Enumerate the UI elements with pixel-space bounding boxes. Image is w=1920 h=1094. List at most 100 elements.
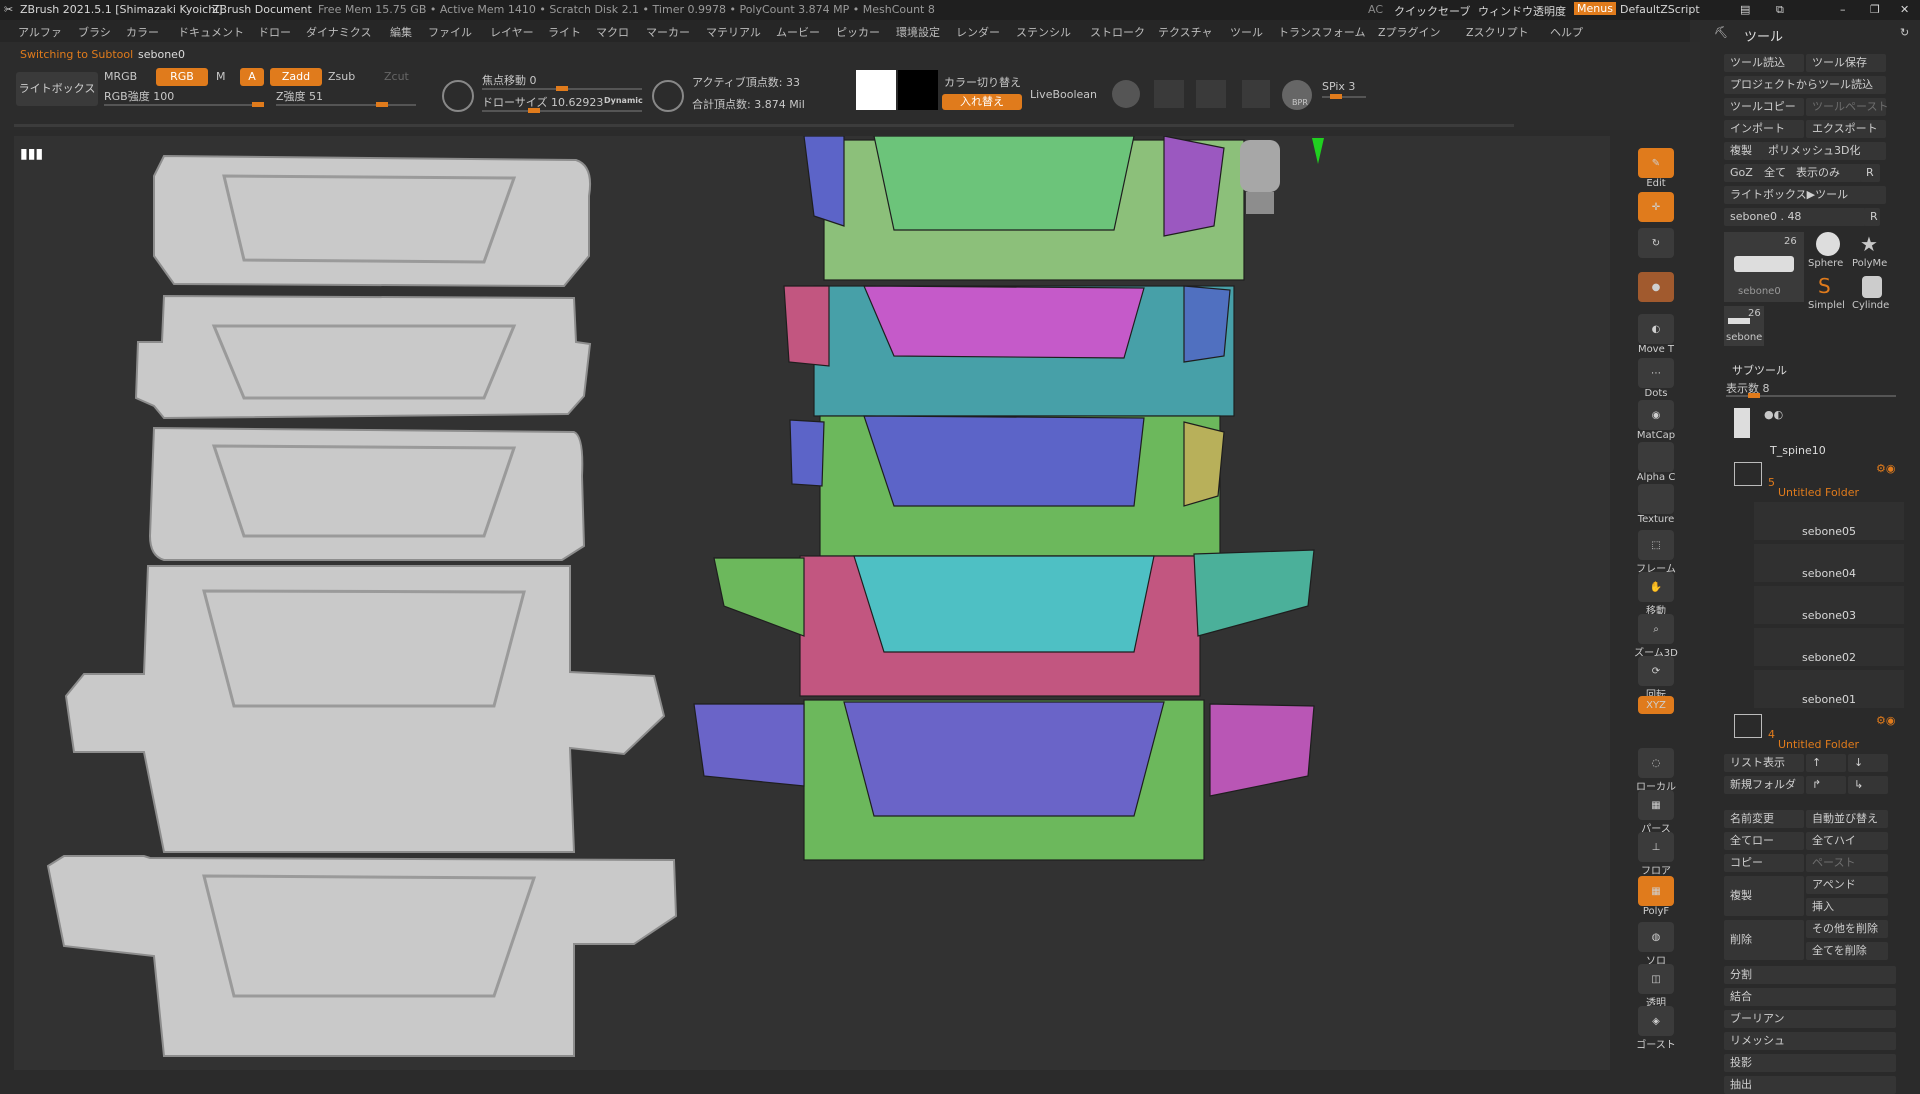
remesh-section[interactable]: リメッシュ — [1724, 1032, 1896, 1050]
secondary-color-swatch[interactable] — [898, 70, 938, 110]
all-high-button[interactable]: 全てハイ — [1806, 832, 1888, 850]
brush-select-button[interactable]: ◐ Move T — [1634, 314, 1678, 355]
menu-preferences[interactable]: 環境設定 — [896, 24, 940, 40]
export-button[interactable]: エクスポート — [1806, 120, 1886, 138]
menu-layer[interactable]: レイヤー — [490, 24, 534, 40]
bpr-render-button[interactable]: BPR — [1282, 80, 1312, 110]
menu-file[interactable]: ファイル — [428, 24, 472, 40]
main-color-swatch[interactable] — [856, 70, 896, 110]
delete-other-button[interactable]: その他を削除 — [1806, 920, 1888, 938]
lightbox-button[interactable]: ライトボックス — [16, 72, 98, 106]
merge-section[interactable]: 結合 — [1724, 988, 1896, 1006]
draw-size-slider[interactable] — [482, 108, 642, 113]
ghost-button[interactable]: ◈ ゴースト — [1634, 1006, 1678, 1051]
move-in-icon[interactable]: ↱ — [1806, 776, 1846, 794]
zadd-button[interactable]: Zadd — [270, 68, 322, 86]
rgb-button[interactable]: RGB — [156, 68, 208, 86]
menu-dynamics[interactable]: ダイナミクス — [306, 24, 371, 40]
simple-brush-tool-button[interactable]: S Simplel — [1806, 274, 1850, 312]
default-zscript[interactable]: DefaultZScript — [1620, 3, 1700, 16]
menus-toggle[interactable]: Menus — [1574, 2, 1616, 15]
menu-transform[interactable]: トランスフォーム — [1278, 24, 1365, 40]
panel-collapse-icon[interactable]: ↻ — [1900, 26, 1909, 39]
folder-gear-icon[interactable]: ⚙◉ — [1876, 462, 1895, 475]
window-icon[interactable]: ⧉ — [1776, 3, 1784, 17]
menu-tool[interactable]: ツール — [1230, 24, 1263, 40]
focal-shift-icon[interactable] — [442, 80, 474, 112]
subtool-section-title[interactable]: サブツール — [1732, 362, 1787, 378]
delete-button[interactable]: 削除 — [1724, 920, 1804, 960]
zsub-button[interactable]: Zsub — [328, 70, 355, 83]
cylinder-tool-button[interactable]: Cylinde — [1850, 274, 1894, 312]
stroke-select-button[interactable]: ⋯ Dots — [1634, 358, 1678, 399]
focal-shift-slider[interactable] — [482, 86, 642, 91]
subtool-folder-2[interactable]: 4 Untitled Folder ⚙◉ — [1724, 710, 1904, 751]
spix-slider[interactable] — [1322, 94, 1366, 99]
goz-r-button[interactable]: R — [1860, 164, 1880, 182]
project-section[interactable]: 投影 — [1724, 1054, 1896, 1072]
polyframe-button[interactable]: ▦ PolyF — [1634, 876, 1678, 917]
goz-button[interactable]: GoZ — [1724, 164, 1760, 182]
texture-select-button[interactable]: Texture — [1634, 484, 1678, 525]
matcap-select-button[interactable]: ◉ MatCap — [1634, 400, 1678, 441]
menu-render[interactable]: レンダー — [956, 24, 1000, 40]
symmetry-icon[interactable] — [1112, 80, 1140, 108]
swap-color-button[interactable]: 入れ替え — [942, 94, 1022, 110]
restore-mesh-icon[interactable] — [1154, 80, 1184, 108]
split-section[interactable]: 分割 — [1724, 966, 1896, 984]
menu-zplugin[interactable]: Zプラグイン — [1378, 24, 1441, 40]
save-tool-button[interactable]: ツール保存 — [1806, 54, 1886, 72]
edit-mode-button[interactable]: ✎ Edit — [1634, 148, 1678, 189]
z-intensity-slider[interactable] — [276, 102, 416, 107]
folder-gear-icon[interactable]: ⚙◉ — [1876, 714, 1895, 727]
current-tool-r-button[interactable]: R — [1864, 208, 1880, 226]
draw-size-icon[interactable] — [652, 80, 684, 112]
a-button[interactable]: A — [240, 68, 264, 86]
zoom3d-button[interactable]: ⌕ ズーム3D — [1634, 614, 1678, 659]
model-canvas[interactable] — [14, 136, 1610, 1070]
xyz-button[interactable]: XYZ — [1634, 696, 1678, 714]
rotate-mode-button[interactable]: ↻ — [1634, 228, 1678, 258]
make-polymesh3d-button[interactable]: ポリメッシュ3D化 — [1762, 142, 1886, 160]
menu-stencil[interactable]: ステンシル — [1016, 24, 1071, 40]
zcut-button[interactable]: Zcut — [384, 70, 409, 83]
minimize-icon[interactable]: – — [1840, 3, 1846, 16]
local-button[interactable]: ◌ ローカル — [1634, 748, 1678, 793]
menu-color[interactable]: カラー — [126, 24, 159, 40]
measure-icon[interactable] — [1196, 80, 1226, 108]
visible-count-slider[interactable] — [1726, 393, 1896, 398]
subtool-sebone01[interactable]: sebone01 — [1754, 670, 1904, 708]
navigation-axis-gizmo[interactable] — [1284, 136, 1324, 164]
zbrush-logo-icon[interactable]: ✂ — [4, 3, 13, 16]
copy-tool-button[interactable]: ツールコピー — [1724, 98, 1804, 116]
lock-icon[interactable] — [1242, 80, 1270, 108]
move-out-icon[interactable]: ↳ — [1848, 776, 1888, 794]
sphere-tool-button[interactable]: Sphere — [1806, 232, 1850, 270]
dynamic-toggle[interactable]: Dynamic — [604, 96, 643, 105]
perspective-button[interactable]: ▦ パース — [1634, 790, 1678, 835]
move-view-button[interactable]: ✋ 移動 — [1634, 572, 1678, 617]
all-low-button[interactable]: 全てロー — [1724, 832, 1804, 850]
material-preview-button[interactable]: ● — [1634, 272, 1678, 302]
menu-movie[interactable]: ムービー — [776, 24, 820, 40]
frame-button[interactable]: ⬚ フレーム — [1634, 530, 1678, 575]
draw-mode-button[interactable]: ✛ — [1634, 192, 1678, 222]
menu-draw[interactable]: ドロー — [258, 24, 291, 40]
head-orientation-icon[interactable] — [1240, 140, 1280, 214]
import-button[interactable]: インポート — [1724, 120, 1804, 138]
subtool-folder-1[interactable]: 5 Untitled Folder ⚙◉ — [1724, 458, 1904, 499]
current-tool-thumbnail[interactable]: 26 sebone0 — [1724, 232, 1804, 302]
append-button[interactable]: アペンド — [1806, 876, 1888, 894]
close-icon[interactable]: ✕ — [1900, 3, 1909, 16]
move-down-icon[interactable]: ↓ — [1848, 754, 1888, 772]
menu-texture[interactable]: テクスチャ — [1158, 24, 1213, 40]
delete-all-button[interactable]: 全てを削除 — [1806, 942, 1888, 960]
menu-edit[interactable]: 編集 — [390, 24, 412, 40]
load-from-project-button[interactable]: プロジェクトからツール読込 — [1724, 76, 1886, 94]
menu-marker[interactable]: マーカー — [646, 24, 690, 40]
menu-light[interactable]: ライト — [548, 24, 581, 40]
solo-button[interactable]: ◍ ソロ — [1634, 922, 1678, 967]
alpha-select-button[interactable]: Alpha C — [1634, 442, 1678, 483]
m-button[interactable]: M — [216, 70, 226, 83]
recent-tool-thumbnail[interactable]: 26 sebone — [1724, 306, 1764, 346]
